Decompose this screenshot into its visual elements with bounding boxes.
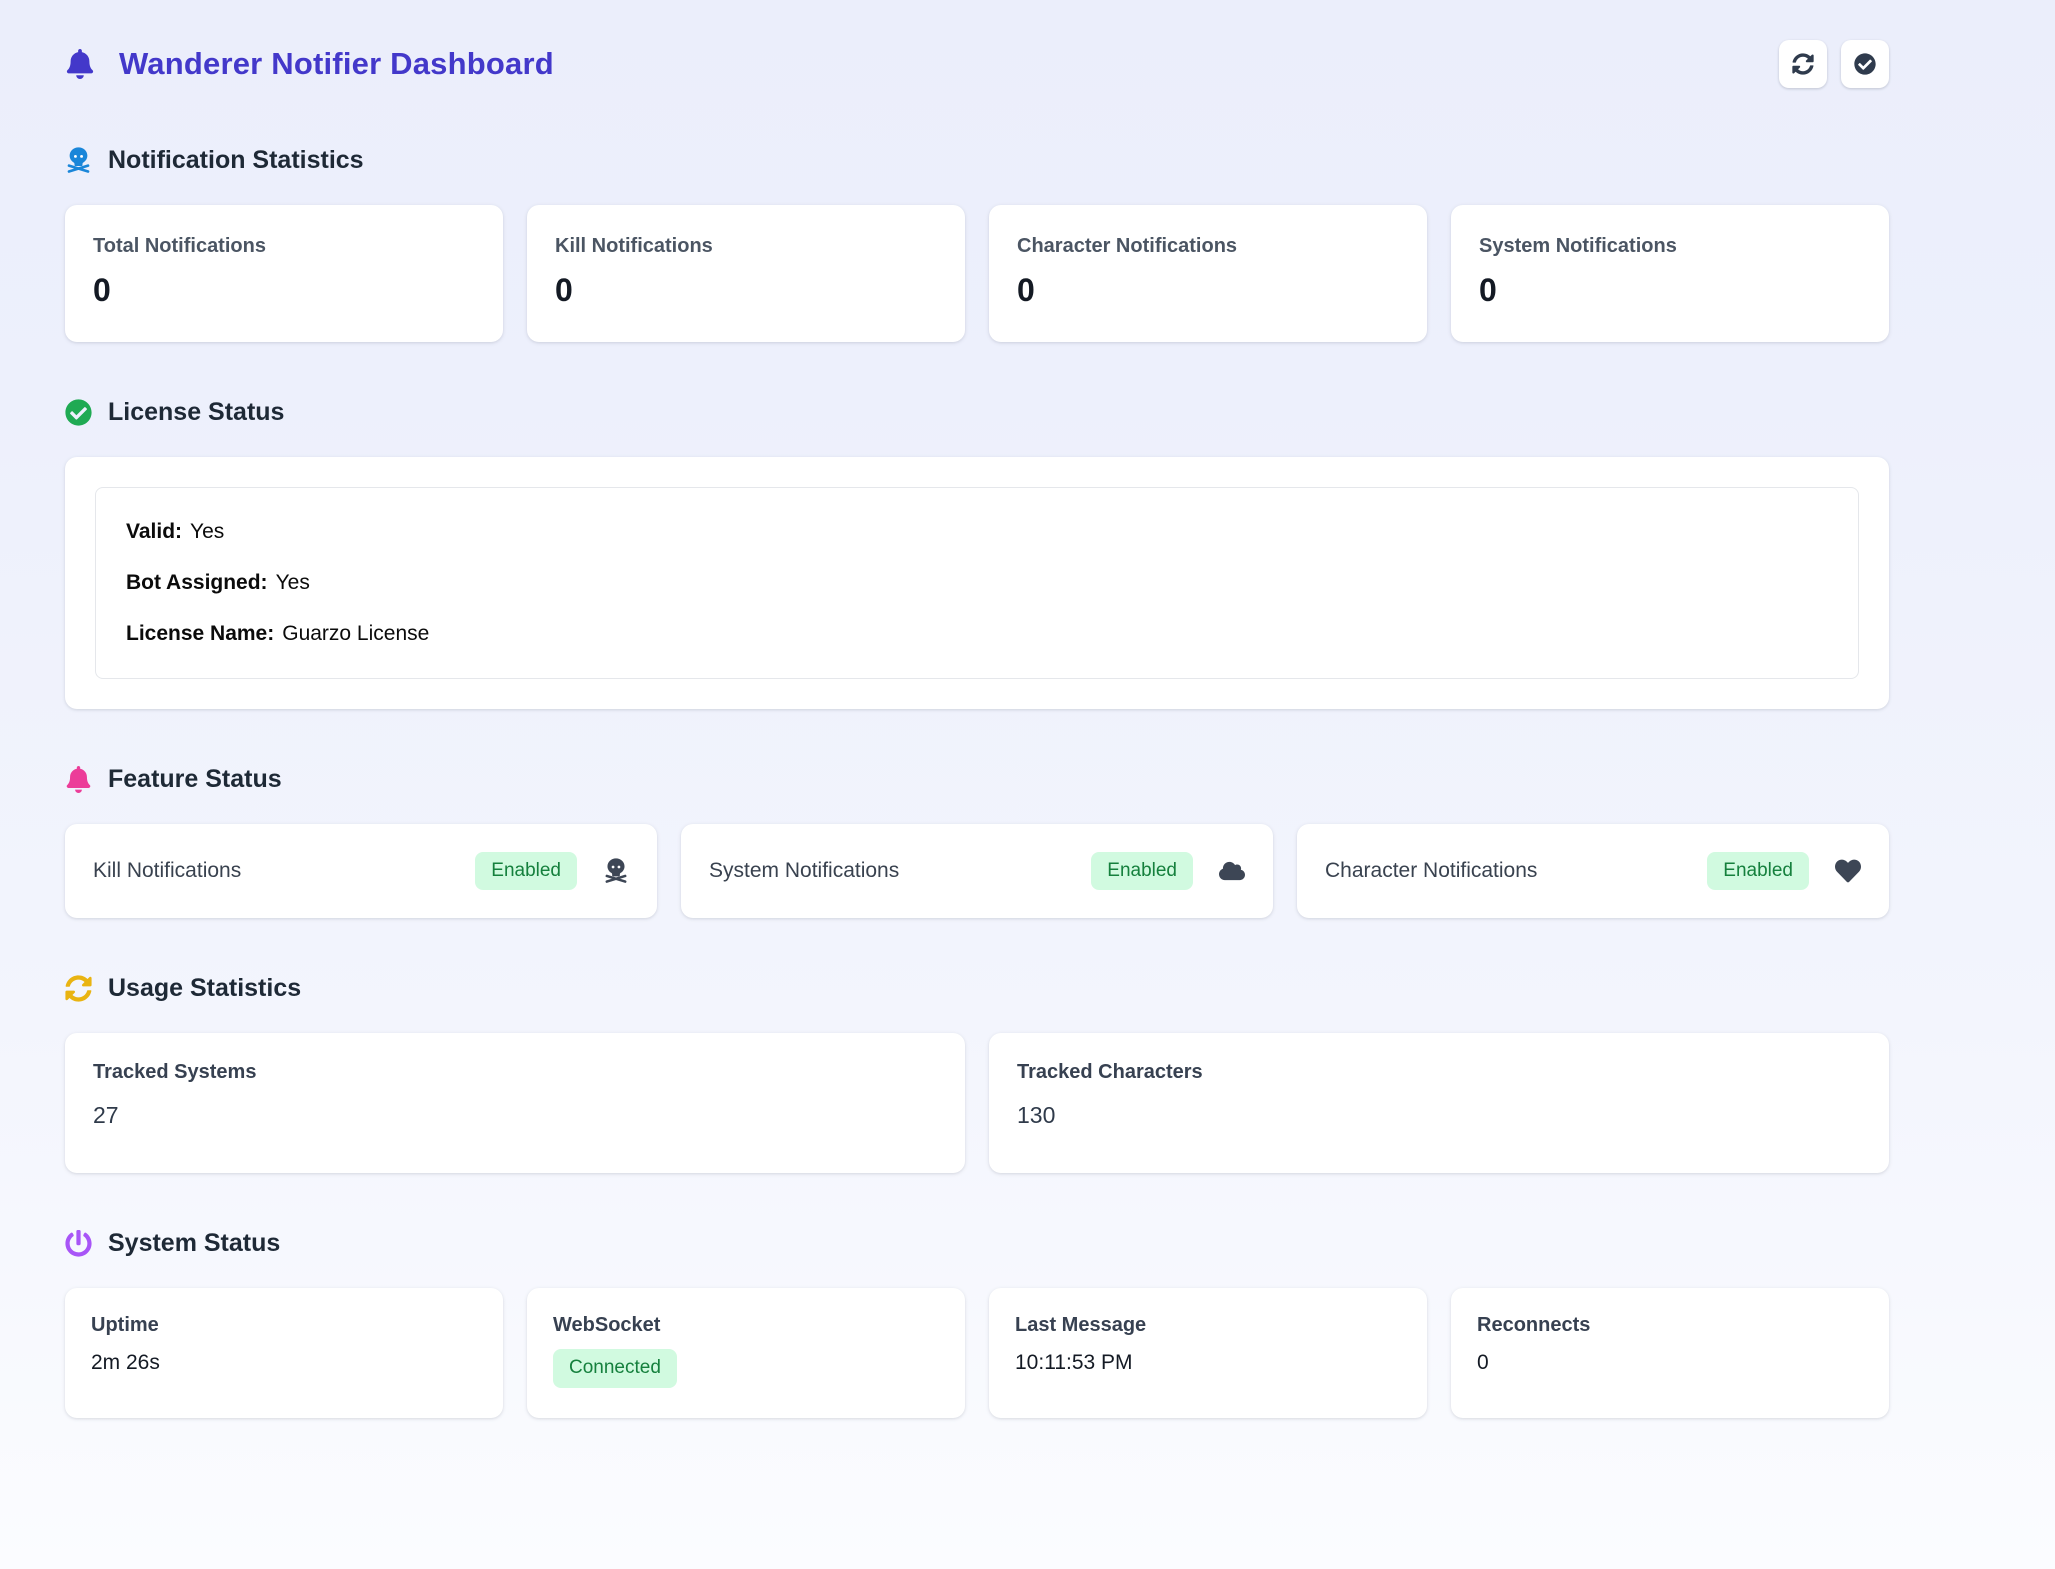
status-check-button[interactable] — [1841, 40, 1889, 88]
header: Wanderer Notifier Dashboard — [65, 38, 1889, 90]
system-card-last-message: Last Message 10:11:53 PM — [989, 1288, 1427, 1418]
section-heading-usage-statistics: Usage Statistics — [65, 974, 1889, 1003]
header-actions — [1779, 40, 1889, 88]
stat-label: Character Notifications — [1017, 235, 1399, 258]
page-title: Wanderer Notifier Dashboard — [119, 46, 554, 82]
section-title: Feature Status — [108, 765, 282, 794]
stat-card-total-notifications: Total Notifications 0 — [65, 205, 503, 342]
license-field-label: License Name: — [126, 622, 274, 645]
skull-crossbones-icon — [65, 147, 92, 174]
system-value: 2m 26s — [91, 1351, 477, 1375]
license-bot-assigned-row: Bot Assigned: Yes — [126, 571, 1828, 595]
dashboard-page: Wanderer Notifier Dashboard Notification… — [65, 0, 1889, 1418]
stat-value: 0 — [555, 272, 937, 309]
refresh-icon — [65, 975, 92, 1002]
usage-statistics-grid: Tracked Systems 27 Tracked Characters 13… — [65, 1033, 1889, 1173]
feature-label: System Notifications — [709, 859, 899, 883]
system-card-websocket: WebSocket Connected — [527, 1288, 965, 1418]
license-field-label: Bot Assigned: — [126, 571, 268, 594]
skull-crossbones-icon — [603, 858, 629, 884]
feature-status: Enabled — [1707, 852, 1861, 891]
section-title: System Status — [108, 1229, 280, 1258]
stat-label: System Notifications — [1479, 235, 1861, 258]
usage-value: 27 — [93, 1102, 937, 1129]
stat-card-character-notifications: Character Notifications 0 — [989, 205, 1427, 342]
enabled-badge: Enabled — [1707, 852, 1809, 891]
license-details: Valid: Yes Bot Assigned: Yes License Name:… — [95, 487, 1859, 679]
feature-label: Character Notifications — [1325, 859, 1537, 883]
stat-label: Total Notifications — [93, 235, 475, 258]
feature-status: Enabled — [475, 852, 629, 891]
section-heading-notification-statistics: Notification Statistics — [65, 146, 1889, 175]
license-card: Valid: Yes Bot Assigned: Yes License Name:… — [65, 457, 1889, 709]
system-card-uptime: Uptime 2m 26s — [65, 1288, 503, 1418]
usage-card-tracked-systems: Tracked Systems 27 — [65, 1033, 965, 1173]
system-card-reconnects: Reconnects 0 — [1451, 1288, 1889, 1418]
section-heading-feature-status: Feature Status — [65, 765, 1889, 794]
section-heading-license-status: License Status — [65, 398, 1889, 427]
feature-label: Kill Notifications — [93, 859, 241, 883]
stat-label: Kill Notifications — [555, 235, 937, 258]
system-value: 10:11:53 PM — [1015, 1351, 1401, 1375]
license-field-value: Yes — [276, 571, 310, 594]
system-label: Reconnects — [1477, 1314, 1863, 1337]
check-circle-icon — [1854, 53, 1876, 75]
section-heading-system-status: System Status — [65, 1229, 1889, 1258]
license-field-label: Valid: — [126, 520, 182, 543]
bell-icon — [65, 766, 92, 793]
usage-card-tracked-characters: Tracked Characters 130 — [989, 1033, 1889, 1173]
license-field-value: Guarzo License — [282, 622, 429, 645]
power-icon — [65, 1230, 92, 1257]
check-circle-icon — [65, 399, 92, 426]
system-status-grid: Uptime 2m 26s WebSocket Connected Last M… — [65, 1288, 1889, 1418]
system-label: WebSocket — [553, 1314, 939, 1337]
system-value: 0 — [1477, 1351, 1863, 1375]
feature-card-kill-notifications: Kill Notifications Enabled — [65, 824, 657, 918]
heart-icon — [1835, 858, 1861, 884]
refresh-icon — [1792, 53, 1814, 75]
feature-status: Enabled — [1091, 852, 1245, 891]
license-name-row: License Name: Guarzo License — [126, 622, 1828, 646]
usage-label: Tracked Characters — [1017, 1061, 1861, 1084]
feature-status-grid: Kill Notifications Enabled System Notifi… — [65, 824, 1889, 918]
stat-card-kill-notifications: Kill Notifications 0 — [527, 205, 965, 342]
license-field-value: Yes — [190, 520, 224, 543]
feature-card-system-notifications: System Notifications Enabled — [681, 824, 1273, 918]
enabled-badge: Enabled — [1091, 852, 1193, 891]
stat-value: 0 — [1479, 272, 1861, 309]
enabled-badge: Enabled — [475, 852, 577, 891]
section-title: Notification Statistics — [108, 146, 364, 175]
header-brand: Wanderer Notifier Dashboard — [65, 46, 554, 82]
usage-value: 130 — [1017, 1102, 1861, 1129]
bell-icon — [65, 49, 95, 79]
stat-value: 0 — [1017, 272, 1399, 309]
section-title: Usage Statistics — [108, 974, 301, 1003]
connected-badge: Connected — [553, 1349, 677, 1388]
system-label: Last Message — [1015, 1314, 1401, 1337]
notification-stats-grid: Total Notifications 0 Kill Notifications… — [65, 205, 1889, 342]
stat-card-system-notifications: System Notifications 0 — [1451, 205, 1889, 342]
usage-label: Tracked Systems — [93, 1061, 937, 1084]
refresh-button[interactable] — [1779, 40, 1827, 88]
feature-card-character-notifications: Character Notifications Enabled — [1297, 824, 1889, 918]
license-valid-row: Valid: Yes — [126, 520, 1828, 544]
system-label: Uptime — [91, 1314, 477, 1337]
stat-value: 0 — [93, 272, 475, 309]
cloud-icon — [1219, 858, 1245, 884]
section-title: License Status — [108, 398, 284, 427]
